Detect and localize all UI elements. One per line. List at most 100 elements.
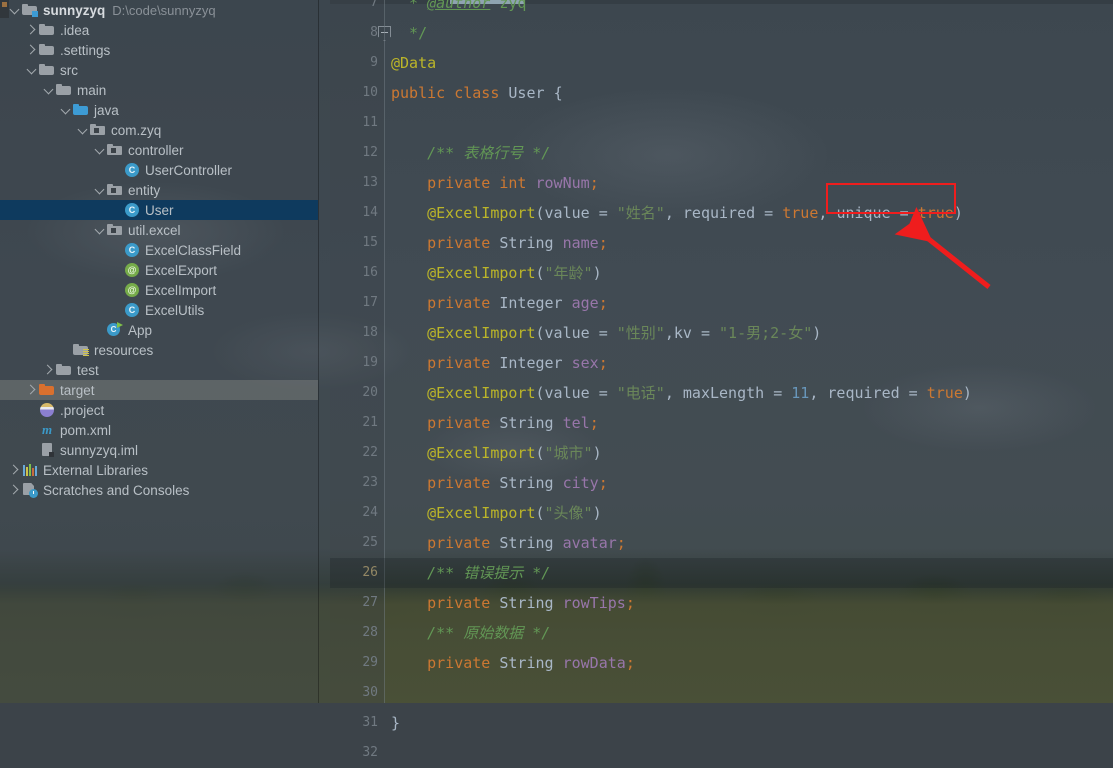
- tree-item-target[interactable]: target: [0, 380, 318, 400]
- tree-item-usercontroller[interactable]: CUserController: [0, 160, 318, 180]
- chevron-down-icon[interactable]: [76, 120, 90, 140]
- code-editor[interactable]: 7891011121314151617181920212223242526272…: [330, 0, 1113, 703]
- line-number: 25: [330, 528, 378, 558]
- tree-item-main[interactable]: main: [0, 80, 318, 100]
- code-line-27[interactable]: private String rowTips;: [391, 588, 635, 618]
- code-line-22[interactable]: @ExcelImport("城市"): [391, 438, 602, 468]
- chevron-right-icon[interactable]: [42, 360, 56, 380]
- tree-item-sunnyzyq-iml[interactable]: sunnyzyq.iml: [0, 440, 318, 460]
- tree-item-resources[interactable]: resources: [0, 340, 318, 360]
- tree-item-entity[interactable]: entity: [0, 180, 318, 200]
- code-line-9[interactable]: @Data: [391, 48, 436, 78]
- code-line-29[interactable]: private String rowData;: [391, 648, 635, 678]
- code-token: private: [427, 594, 499, 612]
- tree-item-label: test: [77, 363, 99, 378]
- code-line-25[interactable]: private String avatar;: [391, 528, 626, 558]
- tree-item-scratches-and-consoles[interactable]: Scratches and Consoles: [0, 480, 318, 500]
- line-number: 17: [330, 288, 378, 318]
- code-token: "性别": [617, 324, 665, 342]
- chevron-down-icon[interactable]: [93, 220, 107, 240]
- tree-item-pom-xml[interactable]: mpom.xml: [0, 420, 318, 440]
- code-line-18[interactable]: @ExcelImport(value = "性别",kv = "1-男;2-女"…: [391, 318, 821, 348]
- code-token: [391, 504, 427, 522]
- code-line-13[interactable]: private int rowNum;: [391, 168, 599, 198]
- tree-item-excelexport[interactable]: @ExcelExport: [0, 260, 318, 280]
- tree-item-util-excel[interactable]: util.excel: [0, 220, 318, 240]
- code-token: =: [590, 384, 617, 402]
- tree-item-user[interactable]: CUser: [0, 200, 318, 220]
- tree-item-src[interactable]: src: [0, 60, 318, 80]
- code-line-24[interactable]: @ExcelImport("头像"): [391, 498, 602, 528]
- code-token: (: [536, 264, 545, 282]
- code-line-15[interactable]: private String name;: [391, 228, 608, 258]
- code-token: [391, 234, 427, 252]
- java-class-icon: C: [124, 302, 140, 318]
- code-line-10[interactable]: public class User {: [391, 78, 563, 108]
- code-line-12[interactable]: /** 表格行号 */: [391, 138, 550, 168]
- code-line-28[interactable]: /** 原始数据 */: [391, 618, 550, 648]
- tree-item-controller[interactable]: controller: [0, 140, 318, 160]
- chevron-right-icon[interactable]: [25, 20, 39, 40]
- code-token: tel: [563, 414, 590, 432]
- panel-gutter-gap: [319, 0, 330, 703]
- code-token: private: [427, 414, 499, 432]
- tree-item--idea[interactable]: .idea: [0, 20, 318, 40]
- eclipse-project-icon: [39, 402, 55, 418]
- code-token: city: [563, 474, 599, 492]
- code-token: =: [755, 204, 782, 222]
- code-line-20[interactable]: @ExcelImport(value = "电话", maxLength = 1…: [391, 378, 972, 408]
- code-line-7[interactable]: * @author zyq: [391, 0, 526, 18]
- chevron-right-icon[interactable]: [25, 40, 39, 60]
- chevron-down-icon[interactable]: [93, 140, 107, 160]
- tree-item-label: ExcelImport: [145, 283, 216, 298]
- tree-item-excelutils[interactable]: CExcelUtils: [0, 300, 318, 320]
- code-text-area[interactable]: * @author zyq */@Datapublic class User {…: [385, 0, 1113, 703]
- code-line-31[interactable]: }: [391, 708, 400, 738]
- code-line-23[interactable]: private String city;: [391, 468, 608, 498]
- code-token: [391, 324, 427, 342]
- project-tool-window[interactable]: sunnyzyqD:\code\sunnyzyq.idea.settingssr…: [0, 0, 318, 703]
- tree-item-sunnyzyq[interactable]: sunnyzyqD:\code\sunnyzyq: [0, 0, 318, 20]
- line-number: 18: [330, 318, 378, 348]
- code-line-26[interactable]: /** 错误提示 */: [391, 558, 550, 588]
- tree-item-java[interactable]: java: [0, 100, 318, 120]
- editor-gutter[interactable]: 7891011121314151617181920212223242526272…: [330, 0, 384, 703]
- package-icon: [90, 122, 106, 138]
- chevron-down-icon[interactable]: [93, 180, 107, 200]
- tree-item-test[interactable]: test: [0, 360, 318, 380]
- tree-item-label: main: [77, 83, 106, 98]
- code-token: public: [391, 84, 454, 102]
- code-token: [391, 144, 427, 162]
- code-line-14[interactable]: @ExcelImport(value = "姓名", required = tr…: [391, 198, 963, 228]
- tree-item--project[interactable]: .project: [0, 400, 318, 420]
- code-token: true: [918, 204, 954, 222]
- code-token: /** 表格行号 */: [427, 144, 550, 162]
- chevron-down-icon[interactable]: [25, 60, 39, 80]
- chevron-down-icon[interactable]: [59, 100, 73, 120]
- code-line-8[interactable]: */: [391, 18, 427, 48]
- chevron-down-icon[interactable]: [42, 80, 56, 100]
- code-token: [391, 444, 427, 462]
- tree-item-excelclassfield[interactable]: CExcelClassField: [0, 240, 318, 260]
- tree-item-app[interactable]: CApp: [0, 320, 318, 340]
- code-line-16[interactable]: @ExcelImport("年龄"): [391, 258, 602, 288]
- resources-folder-icon: [73, 342, 89, 358]
- chevron-right-icon[interactable]: [8, 480, 22, 500]
- chevron-right-icon[interactable]: [25, 380, 39, 400]
- code-line-17[interactable]: private Integer age;: [391, 288, 608, 318]
- code-token: "1-男;2-女": [719, 324, 812, 342]
- code-line-19[interactable]: private Integer sex;: [391, 348, 608, 378]
- code-token: true: [927, 384, 963, 402]
- code-line-21[interactable]: private String tel;: [391, 408, 599, 438]
- tree-item-excelimport[interactable]: @ ExcelImport: [0, 280, 318, 300]
- java-annotation-icon: @: [124, 282, 140, 298]
- tree-item-com-zyq[interactable]: com.zyq: [0, 120, 318, 140]
- chevron-right-icon[interactable]: [8, 460, 22, 480]
- code-token: required: [683, 204, 755, 222]
- code-token: ;: [590, 414, 599, 432]
- chevron-down-icon[interactable]: [8, 0, 22, 20]
- tree-item--settings[interactable]: .settings: [0, 40, 318, 60]
- code-token: ): [812, 324, 821, 342]
- code-token: name: [563, 234, 599, 252]
- tree-item-external-libraries[interactable]: External Libraries: [0, 460, 318, 480]
